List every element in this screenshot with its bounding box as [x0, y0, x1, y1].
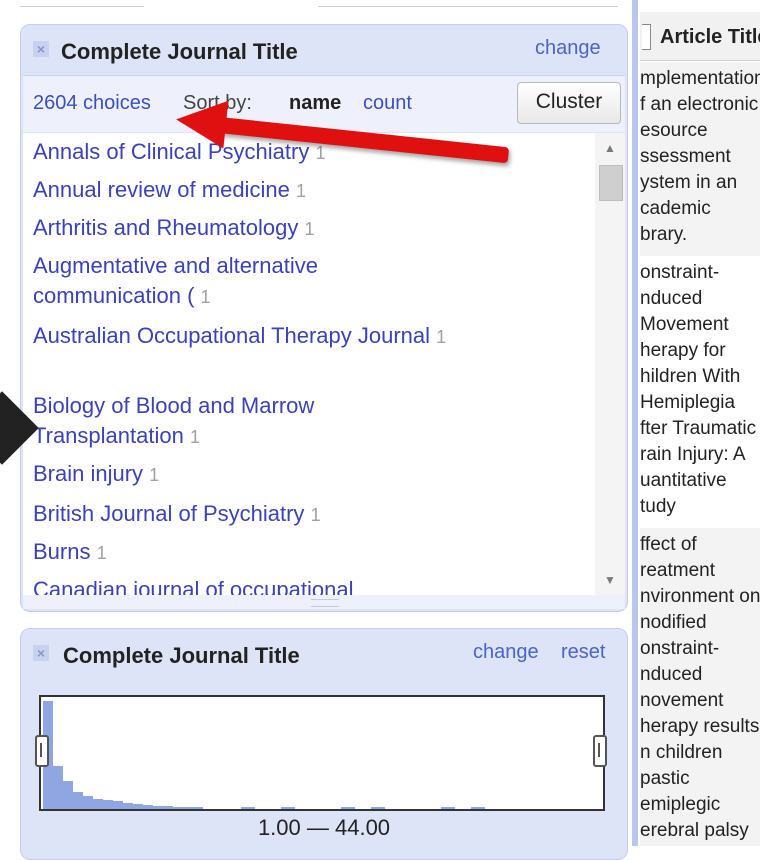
- top-column-stub-1: [20, 0, 144, 7]
- choice-name[interactable]: Brain injury: [33, 461, 143, 486]
- histogram-bar: [173, 807, 183, 809]
- range-handle-right[interactable]: [593, 735, 607, 767]
- sort-by-count-link[interactable]: count: [363, 92, 412, 115]
- close-icon[interactable]: ×: [33, 645, 49, 661]
- scroll-up-icon[interactable]: ▲: [595, 137, 625, 159]
- choice-name[interactable]: Arthritis and Rheumatology: [33, 215, 298, 240]
- facet-controls: 2604 choices Sort by: name count Cluster: [23, 75, 625, 132]
- histogram-bar: [93, 799, 103, 809]
- data-grid-column: Article Title mplementation f an electron…: [640, 0, 760, 846]
- choice-count: 1: [436, 327, 447, 347]
- change-link[interactable]: change: [535, 37, 601, 60]
- close-icon[interactable]: ×: [33, 41, 49, 57]
- choice-count: 1: [315, 143, 326, 163]
- grid-cell[interactable]: ffect of reatment nvironment on nodified ons…: [640, 528, 760, 846]
- facet-choice-list[interactable]: Annals of Clinical Psychiatry 1 Annual r…: [23, 133, 595, 595]
- scrollbar-thumb[interactable]: [599, 165, 623, 201]
- histogram-bar: [53, 766, 63, 809]
- column-header-article-title[interactable]: Article Title: [640, 12, 760, 61]
- histogram-bar: [241, 807, 255, 809]
- column-header-label: Article Title: [660, 26, 760, 48]
- histogram-bar: [153, 806, 163, 809]
- facet-resize-bar[interactable]: [23, 595, 625, 609]
- list-item[interactable]: Arthritis and Rheumatology 1: [33, 213, 593, 244]
- histogram-bar: [73, 792, 83, 809]
- cluster-button[interactable]: Cluster: [517, 82, 621, 124]
- list-item[interactable]: Biology of Blood and Marrow Transplantat…: [33, 391, 413, 452]
- top-column-stub-2: [318, 0, 618, 7]
- histogram-bar: [83, 796, 93, 809]
- journal-title-text-facet: × Complete Journal Title change 2604 cho…: [20, 24, 628, 612]
- choice-count: 1: [189, 427, 200, 447]
- histogram-bar: [371, 807, 385, 809]
- list-item[interactable]: British Journal of Psychiatry 1: [33, 499, 593, 530]
- choices-count-link[interactable]: 2604 choices: [33, 92, 151, 115]
- histogram-bar: [133, 804, 143, 809]
- histogram-bar: [341, 807, 355, 809]
- reset-link[interactable]: reset: [561, 641, 605, 664]
- choice-count: 1: [304, 219, 315, 239]
- histogram-bar: [183, 807, 193, 809]
- resize-grip-icon[interactable]: [311, 599, 339, 607]
- histogram-bar: [471, 807, 485, 809]
- column-menu-icon[interactable]: [642, 24, 651, 50]
- histogram: [39, 695, 605, 811]
- histogram-bar: [193, 807, 203, 809]
- range-handle-left[interactable]: [35, 735, 49, 767]
- list-item[interactable]: Augmentative and alternative communicati…: [33, 251, 433, 312]
- grid-cell[interactable]: onstraint-nduced Movement herapy for hildre…: [640, 256, 760, 528]
- choice-name[interactable]: Burns: [33, 539, 90, 564]
- choice-name[interactable]: Biology of Blood and Marrow Transplantat…: [33, 393, 314, 448]
- facet-header: × Complete Journal Title change: [21, 25, 627, 73]
- scroll-down-icon[interactable]: ▼: [595, 569, 625, 591]
- choice-name[interactable]: Annals of Clinical Psychiatry: [33, 139, 309, 164]
- list-item[interactable]: Annual review of medicine 1: [33, 175, 593, 206]
- choice-name[interactable]: Augmentative and alternative communicati…: [33, 253, 318, 308]
- histogram-bar: [63, 781, 73, 809]
- range-label: 1.00 — 44.00: [257, 815, 391, 840]
- choice-count: 1: [96, 543, 107, 563]
- histogram-bar: [103, 800, 113, 809]
- journal-title-numeric-facet: × Complete Journal Title change reset 1.…: [20, 628, 628, 860]
- histogram-bar: [281, 807, 295, 809]
- histogram-bar: [163, 806, 173, 809]
- list-item[interactable]: Brain injury 1: [33, 459, 593, 490]
- choice-name[interactable]: Annual review of medicine: [33, 177, 290, 202]
- facet-title: Complete Journal Title: [63, 643, 300, 668]
- choice-count: 1: [295, 181, 306, 201]
- choice-count: 1: [149, 465, 160, 485]
- list-item[interactable]: Burns 1: [33, 537, 593, 568]
- histogram-bar: [143, 805, 153, 809]
- change-link[interactable]: change: [473, 641, 539, 664]
- choice-name[interactable]: Canadian journal of occupational: [33, 577, 353, 595]
- facet-title: Complete Journal Title: [61, 39, 298, 64]
- choice-name[interactable]: Australian Occupational Therapy Journal: [33, 323, 430, 348]
- histogram-bar: [441, 807, 455, 809]
- list-item[interactable]: Canadian journal of occupational: [33, 575, 593, 595]
- list-scrollbar[interactable]: ▲ ▼: [595, 133, 625, 595]
- sort-by-name[interactable]: name: [289, 92, 341, 115]
- list-item[interactable]: Australian Occupational Therapy Journal …: [33, 321, 453, 352]
- choice-count: 1: [310, 505, 321, 525]
- annotation-arrow-head: [173, 95, 229, 149]
- choice-count: 1: [200, 287, 211, 307]
- choice-name[interactable]: British Journal of Psychiatry: [33, 501, 304, 526]
- histogram-bar: [123, 803, 133, 809]
- panel-divider[interactable]: [632, 0, 638, 846]
- histogram-bar: [113, 801, 123, 809]
- grid-cell[interactable]: mplementation f an electronic esource ssess…: [640, 62, 760, 256]
